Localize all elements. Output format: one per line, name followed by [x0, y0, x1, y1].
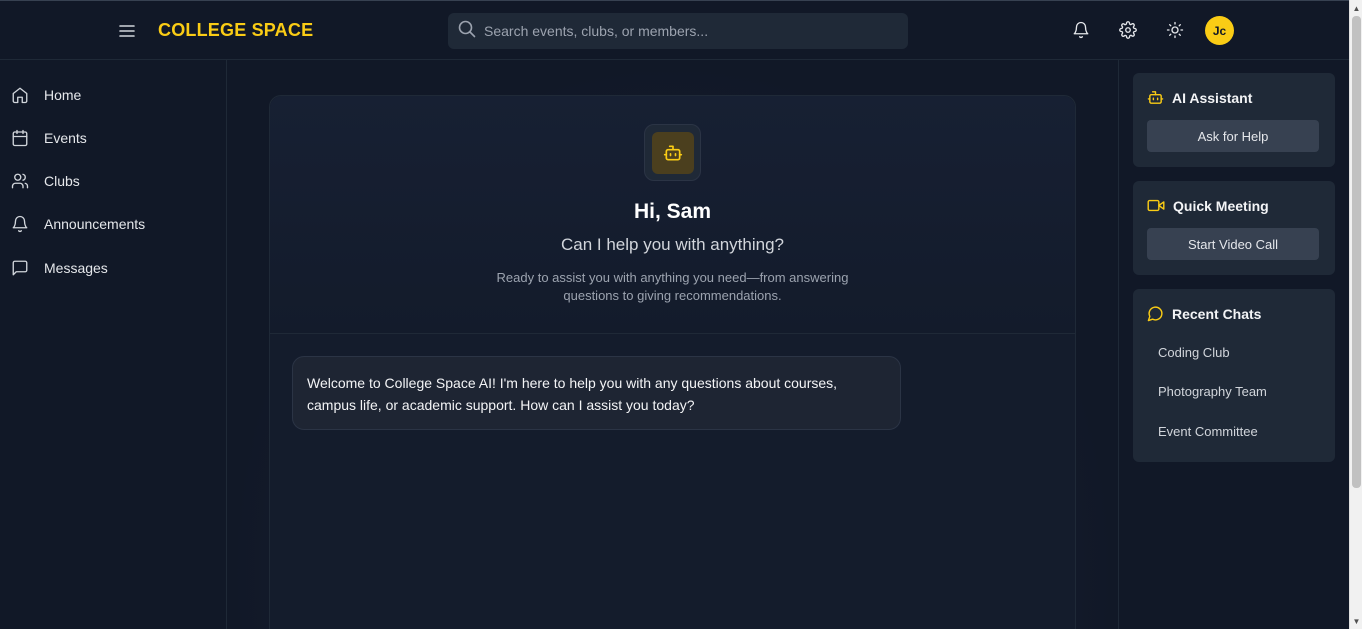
- bot-icon: [1147, 91, 1164, 104]
- sidebar-item-messages[interactable]: Messages: [0, 248, 226, 288]
- message-icon: [12, 260, 28, 276]
- sidebar-item-label: Home: [44, 87, 82, 103]
- brand-logo[interactable]: COLLEGE SPACE: [158, 20, 313, 41]
- bot-avatar: [644, 124, 701, 181]
- recent-chat-item[interactable]: Event Committee: [1158, 424, 1258, 439]
- bell-icon: [12, 215, 28, 233]
- quick-meeting-title: Quick Meeting: [1173, 197, 1269, 214]
- bot-icon: [663, 145, 682, 160]
- settings-gear-icon[interactable]: [1117, 19, 1139, 41]
- scroll-up-arrow-icon[interactable]: ▲: [1352, 3, 1361, 13]
- recent-chats-title: Recent Chats: [1172, 305, 1262, 322]
- search-icon: [458, 20, 476, 43]
- start-video-call-button[interactable]: Start Video Call: [1147, 228, 1319, 260]
- greeting-title: Hi, Sam: [633, 200, 712, 223]
- sidebar-item-home[interactable]: Home: [0, 75, 226, 115]
- theme-sun-icon[interactable]: [1164, 19, 1186, 41]
- video-camera-icon: [1147, 199, 1165, 212]
- greeting-description: Ready to assist you with anything you ne…: [496, 270, 849, 303]
- scroll-down-arrow-icon[interactable]: ▼: [1352, 616, 1361, 626]
- notification-bell-icon[interactable]: [1070, 19, 1092, 41]
- sidebar-item-label: Clubs: [44, 173, 80, 189]
- ask-for-help-button[interactable]: Ask for Help: [1147, 120, 1319, 152]
- greeting-subtitle: Can I help you with anything?: [560, 235, 785, 254]
- page-scrollbar[interactable]: ▲ ▼: [1349, 0, 1362, 629]
- chat-panel: Hi, Sam Can I help you with anything? Re…: [269, 95, 1076, 629]
- sidebar-item-label: Events: [44, 130, 87, 146]
- sidebar-item-label: Messages: [44, 260, 108, 276]
- sidebar-item-label: Announcements: [44, 216, 146, 232]
- sidebar-item-events[interactable]: Events: [0, 118, 226, 158]
- search-input[interactable]: [484, 23, 884, 39]
- main-content: Hi, Sam Can I help you with anything? Re…: [227, 60, 1118, 629]
- chat-bubble-icon: [1147, 306, 1163, 322]
- sidebar: Home Events Clubs Announcements Messages: [0, 60, 227, 629]
- sidebar-item-announcements[interactable]: Announcements: [0, 204, 226, 244]
- ai-assistant-card: AI Assistant Ask for Help: [1133, 73, 1335, 167]
- recent-chat-item[interactable]: Photography Team: [1158, 384, 1267, 399]
- right-sidebar: AI Assistant Ask for Help Quick Meeting …: [1118, 60, 1349, 629]
- recent-chats-card: Recent Chats Coding Club Photography Tea…: [1133, 289, 1335, 462]
- recent-chat-item[interactable]: Coding Club: [1158, 345, 1230, 360]
- ai-assistant-title: AI Assistant: [1172, 89, 1253, 106]
- search-bar[interactable]: [448, 13, 908, 49]
- scrollbar-thumb[interactable]: [1352, 16, 1361, 488]
- assistant-message: Welcome to College Space AI! I'm here to…: [292, 356, 901, 430]
- users-icon: [11, 173, 29, 189]
- user-avatar[interactable]: Jc: [1205, 16, 1234, 45]
- home-icon: [12, 87, 28, 104]
- chat-header: Hi, Sam Can I help you with anything? Re…: [270, 96, 1075, 334]
- top-bar: COLLEGE SPACE Jc: [0, 0, 1349, 60]
- sidebar-item-clubs[interactable]: Clubs: [0, 161, 226, 201]
- menu-icon[interactable]: [115, 19, 139, 43]
- quick-meeting-card: Quick Meeting Start Video Call: [1133, 181, 1335, 275]
- calendar-icon: [12, 129, 28, 147]
